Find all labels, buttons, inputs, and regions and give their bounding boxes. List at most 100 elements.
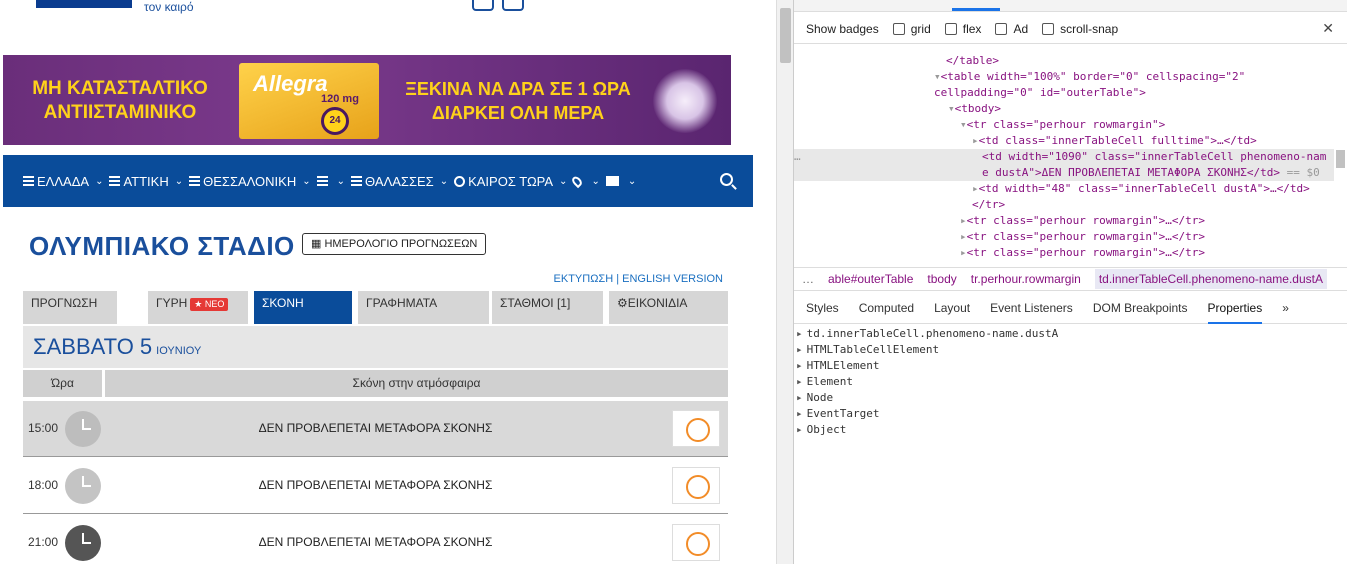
property-item[interactable]: HTMLElement	[794, 358, 1347, 374]
nav-greece[interactable]: ΕΛΛΑΔΑ ⌄	[23, 174, 103, 189]
table-row: 15:00 ΔΕΝ ΠΡΟΒΛΕΠΕΤΑΙ ΜΕΤΑΦΟΡΑ ΣΚΟΝΗΣ	[23, 401, 728, 457]
tab-label: ΣΤΑΘΜΟΙ [1]	[500, 296, 571, 310]
nav-attica[interactable]: ΑΤΤΙΚΗ ⌄	[109, 174, 183, 189]
row-dust-text: ΔΕΝ ΠΡΟΒΛΕΠΕΤΑΙ ΜΕΤΑΦΟΡΑ ΣΚΟΝΗΣ	[258, 478, 493, 492]
dom-line[interactable]: ▾<tbody>	[948, 101, 1001, 117]
sidebar-panel-tabs: Styles Computed Layout Event Listeners D…	[794, 292, 1347, 324]
nav-thessaloniki[interactable]: ΘΕΣΣΑΛΟΝΙΚΗ ⌄	[189, 174, 311, 189]
list-icon	[109, 176, 121, 186]
location-pin-icon	[570, 174, 585, 188]
property-item[interactable]: EventTarget	[794, 406, 1347, 422]
tab-stations[interactable]: ΣΤΑΘΜΟΙ [1]	[492, 291, 603, 324]
property-item[interactable]: td.innerTableCell.phenomeno-name.dustA	[794, 326, 1347, 342]
dom-line[interactable]: </table>	[946, 53, 999, 69]
page-scrollbar[interactable]	[776, 0, 793, 564]
chevron-down-icon: ⌄	[302, 175, 311, 187]
nav-seas[interactable]: ΘΑΛΑΣΣΕΣ ⌄	[351, 174, 448, 189]
dom-line[interactable]: cellpadding="0" id="outerTable">	[934, 85, 1146, 101]
dom-line[interactable]: ▾<table width="100%" border="0" cellspac…	[934, 69, 1245, 85]
tab-forecast[interactable]: ΠΡΟΓΝΩΣΗ	[23, 291, 117, 324]
tab-event-listeners[interactable]: Event Listeners	[990, 292, 1073, 324]
instagram-icon[interactable]	[502, 0, 524, 11]
breadcrumb-item[interactable]: tr.perhour.rowmargin	[971, 272, 1081, 286]
dom-line-text: <tr class="perhour rowmargin">	[966, 118, 1166, 131]
ad-banner[interactable]: ΜΗ ΚΑΤΑΣΤΑΛΤΙΚΟ ΑΝΤΙΙΣΤΑΜΙΝΙΚΟ Allegra 1…	[3, 55, 731, 145]
tab-computed[interactable]: Computed	[859, 292, 914, 324]
day-label: ΣΑΒΒΑΤΟ 5 ΙΟΥΝΙΟΥ	[33, 334, 201, 360]
dom-line-text: <tr class="perhour rowmargin">…</tr>	[966, 214, 1206, 227]
dom-line-text: <table width="100%" border="0" cellspaci…	[940, 70, 1246, 83]
ad-checkbox[interactable]	[995, 22, 1008, 35]
chevron-down-icon: ⌄	[95, 175, 104, 187]
breadcrumb-item[interactable]: tbody	[927, 272, 956, 286]
tab-layout[interactable]: Layout	[934, 292, 970, 324]
collapse-triangle-icon: ▸	[972, 182, 979, 195]
tab-dust[interactable]: ΣΚΟΝΗ	[254, 291, 352, 324]
tab-styles[interactable]: Styles	[806, 292, 839, 324]
nav-maps[interactable]: ⌄	[316, 176, 345, 187]
dust-level-icon	[672, 467, 720, 504]
envelope-icon	[605, 176, 619, 186]
dom-line[interactable]: ▸<td width="48" class="innerTableCell du…	[972, 181, 1310, 197]
banner-dose: 120 mg	[321, 93, 359, 105]
expand-triangle-icon: ▾	[948, 102, 955, 115]
more-tabs-icon[interactable]: »	[1282, 292, 1289, 324]
breadcrumb-item[interactable]: …	[802, 272, 814, 286]
tab-dom-breakpoints[interactable]: DOM Breakpoints	[1093, 292, 1188, 324]
flex-checkbox[interactable]	[944, 22, 957, 35]
nav-contact[interactable]: ⌄	[605, 176, 636, 187]
close-icon[interactable]: ✕	[1322, 20, 1334, 37]
property-item[interactable]: Element	[794, 374, 1347, 390]
dom-line[interactable]: ▸<tr class="perhour rowmargin">…</tr>	[960, 213, 1205, 229]
table-row: 18:00 ΔΕΝ ΠΡΟΒΛΕΠΕΤΑΙ ΜΕΤΑΦΟΡΑ ΣΚΟΝΗΣ	[23, 458, 728, 514]
site-logo[interactable]	[36, 0, 132, 8]
scroll-snap-checkbox[interactable]	[1042, 22, 1055, 35]
dust-level-icon	[672, 524, 720, 561]
tab-label: ΣΚΟΝΗ	[262, 296, 304, 310]
node-ellipsis[interactable]: …	[794, 149, 801, 165]
table-header: Ώρα Σκόνη στην ατμόσφαιρα	[23, 370, 728, 397]
dom-line[interactable]: </tr>	[972, 197, 1005, 213]
dom-line-text: e dustA">ΔΕΝ ΠΡΟΒΛΕΠΕΤΑΙ ΜΕΤΑΦΟΡΑ ΣΚΟΝΗΣ…	[982, 166, 1281, 179]
tab-icons[interactable]: ⚙ΕΙΚΟΝΙΔΙΑ	[609, 291, 728, 324]
new-badge-label: ΝΕΟ	[204, 299, 225, 309]
dom-line[interactable]: ▸<tr class="perhour rowmargin">…</tr>	[960, 245, 1205, 261]
breadcrumb-item-current[interactable]: td.innerTableCell.phenomeno-name.dustA	[1094, 269, 1327, 289]
dust-level-icon	[672, 410, 720, 447]
forecast-calendar-button[interactable]: ▦ ΗΜΕΡΟΛΟΓΙΟ ΠΡΟΓΝΩΣΕΩΝ	[302, 233, 487, 255]
dom-line[interactable]: ▸<tr class="perhour rowmargin">…</tr>	[960, 229, 1205, 245]
dom-tree: </table> ▾<table width="100%" border="0"…	[794, 45, 1334, 267]
scrollbar-thumb[interactable]	[1336, 150, 1345, 168]
search-icon[interactable]	[720, 173, 733, 186]
scroll-snap-label: scroll-snap	[1060, 21, 1119, 36]
property-item[interactable]: Object	[794, 422, 1347, 438]
month-name: ΙΟΥΝΙΟΥ	[156, 345, 202, 357]
nav-weather-now[interactable]: ΚΑΙΡΟΣ ΤΩΡΑ ⌄	[454, 174, 567, 189]
tab-properties[interactable]: Properties	[1207, 292, 1262, 324]
main-navigation: ΕΛΛΑΔΑ ⌄ ΑΤΤΙΚΗ ⌄ ΘΕΣΣΑΛΟΝΙΚΗ ⌄ ⌄ ΘΑΛΑΣΣΕΣ ⌄…	[3, 155, 753, 207]
tab-pollen[interactable]: ΓΥΡΗ ★ ΝΕΟ	[148, 291, 248, 324]
print-english-links[interactable]: ΕΚΤΥΠΩΣΗ | ENGLISH VERSION	[554, 273, 723, 285]
nav-location[interactable]: ⌄	[570, 174, 600, 188]
breadcrumb-item[interactable]: able#outerTable	[828, 272, 913, 286]
property-item[interactable]: HTMLTableCellElement	[794, 342, 1347, 358]
banner-right-line1: ΞΕΚΙΝΑ ΝΑ ΔΡΑ ΣΕ 1 ΩΡΑ	[405, 79, 631, 99]
expand-triangle-icon: ▾	[934, 70, 941, 83]
scrollbar-thumb[interactable]	[780, 8, 791, 63]
youtube-icon[interactable]	[472, 0, 494, 11]
collapse-triangle-icon: ▸	[960, 246, 967, 259]
dom-line[interactable]: ▾<tr class="perhour rowmargin">	[960, 117, 1165, 133]
nav-label: ΘΑΛΑΣΣΕΣ	[365, 173, 434, 189]
tab-charts[interactable]: ΓΡΑΦΗΜΑΤΑ	[358, 291, 489, 324]
dom-line-selected[interactable]: e dustA">ΔΕΝ ΠΡΟΒΛΕΠΕΤΑΙ ΜΕΤΑΦΟΡΑ ΣΚΟΝΗΣ…	[982, 165, 1320, 181]
chevron-down-icon: ⌄	[559, 175, 568, 187]
grid-checkbox[interactable]	[892, 22, 905, 35]
dom-line-text: <td width="48" class="innerTableCell dus…	[978, 182, 1310, 195]
dom-line[interactable]: ▸<td class="innerTableCell fulltime">…</…	[972, 133, 1257, 149]
dom-line-text: <tr class="perhour rowmargin">…</tr>	[966, 246, 1206, 259]
dom-tree-scrollbar[interactable]	[1333, 56, 1347, 266]
banner-left-text: ΜΗ ΚΑΤΑΣΤΑΛΤΙΚΟ ΑΝΤΙΙΣΤΑΜΙΝΙΚΟ	[15, 77, 225, 125]
banner-left-line2: ΑΝΤΙΙΣΤΑΜΙΝΙΚΟ	[43, 102, 197, 123]
property-item[interactable]: Node	[794, 390, 1347, 406]
dom-line-selected[interactable]: <td width="1090" class="innerTableCell p…	[982, 149, 1326, 165]
